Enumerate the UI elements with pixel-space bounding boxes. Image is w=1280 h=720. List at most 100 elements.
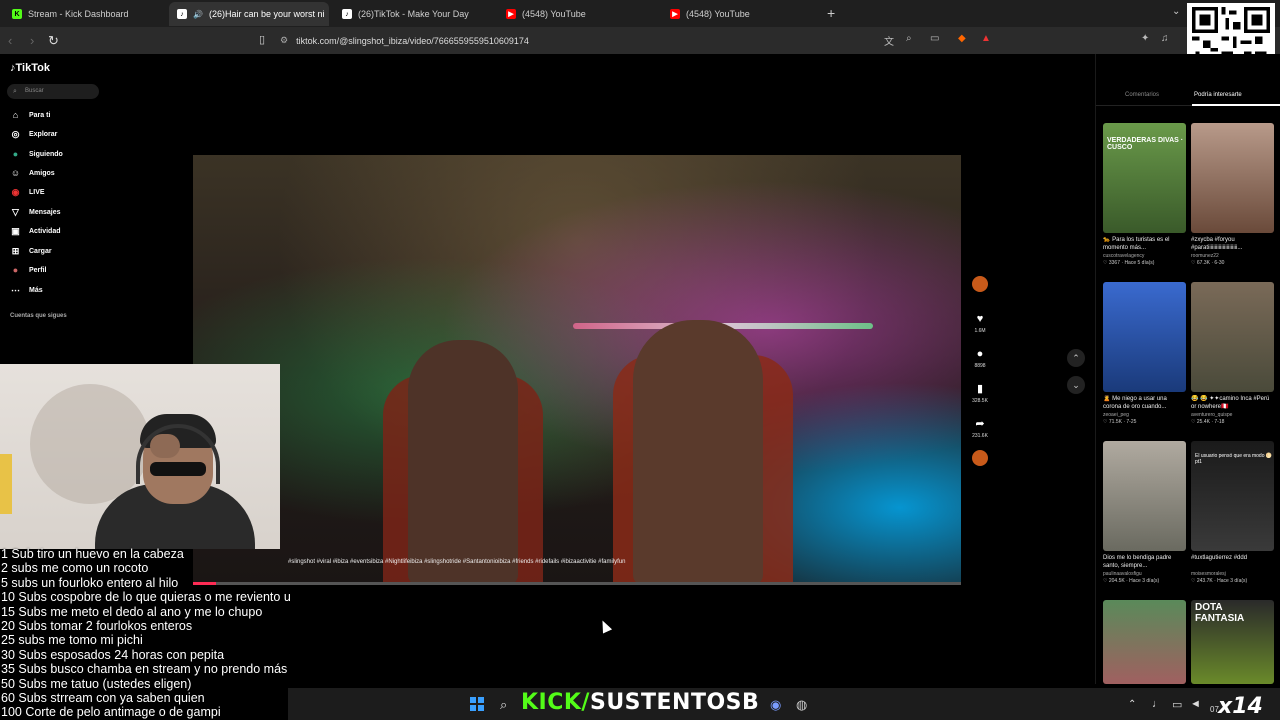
youtube-favicon-icon: ▶ xyxy=(506,9,516,19)
previous-video-button[interactable]: ⌃ xyxy=(1067,349,1085,367)
tiktok-favicon-icon: ♪ xyxy=(177,9,187,19)
app-icon[interactable]: ◍ xyxy=(796,697,807,713)
nav-item-cargar[interactable]: ⊞ Cargar xyxy=(10,244,52,258)
video-author[interactable]: aventurero_quispe xyxy=(1191,412,1274,418)
tab-list-chevron-icon[interactable]: ⌄ xyxy=(1172,6,1180,17)
save-button[interactable]: ▮ 328.5K xyxy=(968,382,992,404)
nav-item-actividad[interactable]: ▣ Actividad xyxy=(10,224,60,238)
search-input[interactable]: ⌕ Buscar xyxy=(7,84,99,99)
nav-item-para-ti[interactable]: ⌂ Para ti xyxy=(10,108,51,122)
recommended-video-card[interactable]: Dios me lo bendiga padre santo, siempre.… xyxy=(1103,441,1186,584)
media-icon[interactable]: ♫ xyxy=(1161,33,1169,44)
sound-disc[interactable] xyxy=(968,450,992,466)
speaker-icon[interactable]: 🔊 xyxy=(193,10,203,19)
video-author[interactable]: cuscotravelagency xyxy=(1103,253,1186,259)
tab-comentarios[interactable]: Comentarios xyxy=(1125,92,1159,98)
video-description: #tuxtlagutierrez #ddd xyxy=(1191,555,1248,561)
nav-item-live[interactable]: ◉ LIVE xyxy=(10,185,45,199)
channel-name: SUSTENTOSB xyxy=(589,690,760,715)
new-tab-button[interactable]: + xyxy=(827,5,835,21)
multiplier-badge: x14 xyxy=(1218,694,1263,719)
reload-icon[interactable]: ↻ xyxy=(48,33,59,49)
tiktok-logo[interactable]: ♪TikTok xyxy=(10,62,50,74)
tiktok-sidebar: ♪TikTok ⌕ Buscar ⌂ Para ti ◎ Explorar ● Sig… xyxy=(0,54,120,364)
recommended-video-card[interactable]: #zxycba #foryou #paratiiiiiiiiiiiiiiiiii… xyxy=(1191,123,1274,266)
next-video-button[interactable]: ⌄ xyxy=(1067,376,1085,394)
recommended-video-card[interactable]: DOTA FANTASIA xyxy=(1191,600,1274,684)
thumbnail-text: DOTA FANTASIA xyxy=(1195,602,1245,624)
tab-kick-dashboard[interactable]: K Stream - Kick Dashboard xyxy=(4,2,169,26)
video-progress-bar[interactable] xyxy=(193,582,961,585)
heart-icon: ♥ xyxy=(976,313,984,325)
thumbnail-text: VERDADERAS DIVAS · CUSCO xyxy=(1107,137,1184,151)
microphone-icon[interactable]: ♩ xyxy=(1152,698,1163,710)
share-icon: ➦ xyxy=(975,418,985,430)
video-author[interactable]: moisesmoralesj xyxy=(1191,571,1274,577)
nav-item-mensajes[interactable]: ▽ Mensajes xyxy=(10,205,61,219)
bookmark-icon[interactable]: ▯ xyxy=(259,33,265,46)
nav-item-siguiendo[interactable]: ● Siguiendo xyxy=(10,147,63,161)
rider-left xyxy=(408,340,518,585)
recommended-video-card[interactable]: VERDADERAS DIVAS · CUSCO 🐆 Para los turi… xyxy=(1103,123,1186,266)
recommended-video-card[interactable]: El usuario pensó que era modo 🌕 pt1 #tux… xyxy=(1191,441,1274,584)
tray-chevron-icon[interactable]: ⌃ xyxy=(1128,699,1136,710)
shield-icon[interactable]: ◆ xyxy=(958,33,966,44)
recommended-video-card[interactable] xyxy=(1103,600,1186,684)
like-count: 1.6M xyxy=(974,328,986,334)
comment-icon: ● xyxy=(976,348,984,360)
share-button[interactable]: ➦ 231.6K xyxy=(968,417,992,439)
discord-icon[interactable]: ◉ xyxy=(770,697,781,713)
video-thumbnail xyxy=(1103,441,1186,551)
tab-youtube-2[interactable]: ▶ (4548) YouTube xyxy=(662,2,822,26)
forward-arrow-icon[interactable]: › xyxy=(30,33,34,48)
nav-item-amigos[interactable]: ☺ Amigos xyxy=(10,166,55,180)
following-avatar-icon: ● xyxy=(12,149,19,159)
video-player[interactable]: #slingshot #viral #ibiza #eventsibiza #N… xyxy=(193,155,961,585)
video-stats: ♡ 67.3K · 6-30 xyxy=(1191,260,1225,266)
search-icon[interactable]: ⌕ xyxy=(500,697,507,713)
tiktok-favicon-icon: ♪ xyxy=(342,9,352,19)
recommended-video-card[interactable]: 😂 😂 ✦✦camino Inca #Perú or nowhere🇵🇪 ave… xyxy=(1191,282,1274,425)
video-description: 😂 😂 ✦✦camino Inca #Perú or nowhere🇵🇪 xyxy=(1191,396,1270,410)
video-thumbnail xyxy=(1103,282,1186,392)
zoom-icon[interactable]: ⌕ xyxy=(906,33,912,44)
video-stats: ♡ 204.5K · Hace 3 día(s) xyxy=(1103,578,1160,584)
network-icon[interactable]: ▭ xyxy=(1172,698,1182,711)
screen: K Stream - Kick Dashboard ♪ 🔊 (26)Hair c… xyxy=(0,0,1280,720)
nav-item-explorar[interactable]: ◎ Explorar xyxy=(10,127,58,141)
recommended-video-card[interactable]: 🙎 Me niego a usar una corona de oro cuan… xyxy=(1103,282,1186,425)
like-button[interactable]: ♥ 1.6M xyxy=(968,312,992,334)
search-icon: ⌕ xyxy=(13,88,17,95)
comment-button[interactable]: ● 8898 xyxy=(968,347,992,369)
nav-item-perfil[interactable]: ● Perfil xyxy=(10,263,47,277)
video-author[interactable]: paulinaavalosfigu xyxy=(1103,571,1186,577)
video-thumbnail: VERDADERAS DIVAS · CUSCO xyxy=(1103,123,1186,233)
tab-title: (4548) YouTube xyxy=(686,9,750,19)
cast-icon[interactable]: ▭ xyxy=(930,33,939,44)
recommendations-panel: Comentarios Podría interesarte VERDADERA… xyxy=(1095,54,1280,684)
upload-icon: ⊞ xyxy=(11,245,20,256)
rewards-icon[interactable]: ▲ xyxy=(981,33,991,44)
search-placeholder: Buscar xyxy=(25,88,44,94)
video-thumbnail: DOTA FANTASIA xyxy=(1191,600,1274,684)
tab-title: (26)TikTok - Make Your Day xyxy=(358,9,469,19)
comment-count: 8898 xyxy=(974,363,986,369)
tab-youtube-1[interactable]: ▶ (4548) YouTube xyxy=(498,2,658,26)
tab-tiktok-home[interactable]: ♪ (26)TikTok - Make Your Day xyxy=(334,2,494,26)
tiktok-logo-text: TikTok xyxy=(15,62,50,74)
windows-start-icon[interactable] xyxy=(470,697,484,711)
video-author[interactable]: zeoaei_peg xyxy=(1103,412,1186,418)
video-author[interactable]: roomunez22 xyxy=(1191,253,1274,259)
tab-podria-interesarte[interactable]: Podría interesarte xyxy=(1194,92,1242,98)
youtube-favicon-icon: ▶ xyxy=(670,9,680,19)
nav-item-mas[interactable]: ⋯ Más xyxy=(10,283,43,297)
site-info-icon[interactable]: ⚙ xyxy=(280,35,288,46)
back-arrow-icon[interactable]: ‹ xyxy=(8,33,12,48)
volume-icon[interactable]: ◄ xyxy=(1190,698,1201,710)
creator-avatar[interactable] xyxy=(968,276,992,292)
translate-icon[interactable]: 文 xyxy=(884,33,894,48)
video-stats: ♡ 243.7K · Hace 3 día(s) xyxy=(1191,578,1248,584)
tab-tiktok-video[interactable]: ♪ 🔊 (26)Hair can be your worst ni ✕ xyxy=(169,2,329,26)
extensions-icon[interactable]: ✦ xyxy=(1141,33,1149,44)
share-count: 231.6K xyxy=(972,433,988,439)
